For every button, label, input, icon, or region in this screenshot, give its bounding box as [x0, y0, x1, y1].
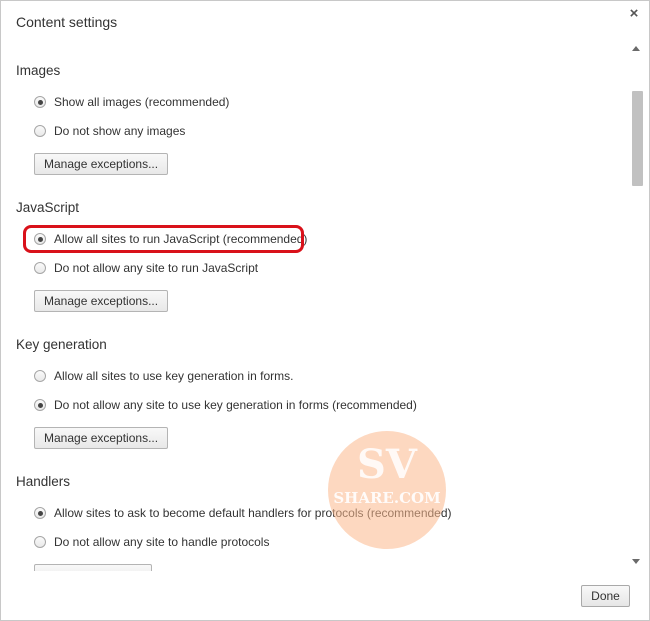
radio-button[interactable] — [34, 96, 46, 108]
keygen-manage-exceptions-button[interactable]: Manage exceptions... — [34, 427, 169, 449]
highlight-annotation — [23, 225, 304, 253]
scroll-down-icon[interactable] — [632, 559, 640, 564]
radio-do-not-show-images[interactable]: Do not show any images — [34, 122, 185, 140]
radio-button[interactable] — [34, 507, 46, 519]
radio-button[interactable] — [34, 125, 46, 137]
radio-button[interactable] — [34, 262, 46, 274]
handlers-manage-button-partial[interactable] — [34, 564, 152, 571]
section-title-handlers: Handlers — [16, 474, 71, 489]
radio-button[interactable] — [34, 399, 46, 411]
javascript-manage-exceptions-button[interactable]: Manage exceptions... — [34, 290, 169, 312]
content-settings-dialog: Content settings × Images Show all image… — [0, 0, 650, 621]
section-title-key-generation: Key generation — [16, 337, 107, 352]
radio-label: Show all images (recommended) — [54, 95, 230, 109]
radio-label: Do not allow any site to use key generat… — [54, 398, 417, 412]
radio-label: Allow sites to ask to become default han… — [54, 506, 452, 520]
section-title-javascript: JavaScript — [16, 200, 80, 215]
scroll-thumb[interactable] — [632, 91, 643, 186]
radio-block-javascript[interactable]: Do not allow any site to run JavaScript — [34, 259, 258, 277]
images-manage-exceptions-button[interactable]: Manage exceptions... — [34, 153, 169, 175]
radio-label: Do not allow any site to run JavaScript — [54, 261, 259, 275]
dialog-title: Content settings — [16, 14, 118, 30]
radio-label: Do not show any images — [54, 124, 186, 138]
radio-button[interactable] — [34, 370, 46, 382]
radio-block-handlers[interactable]: Do not allow any site to handle protocol… — [34, 533, 269, 551]
section-title-images: Images — [16, 63, 61, 78]
radio-button[interactable] — [34, 536, 46, 548]
scrollbar[interactable] — [629, 41, 644, 571]
radio-label: Allow all sites to use key generation in… — [54, 369, 294, 383]
done-button[interactable]: Done — [581, 585, 630, 607]
scroll-up-icon[interactable] — [632, 46, 640, 51]
radio-label: Do not allow any site to handle protocol… — [54, 535, 270, 549]
close-icon[interactable]: × — [625, 5, 643, 23]
settings-scroll-area: Images Show all images (recommended) Do … — [1, 41, 629, 571]
radio-allow-handlers[interactable]: Allow sites to ask to become default han… — [34, 504, 452, 522]
radio-block-keygen[interactable]: Do not allow any site to use key generat… — [34, 396, 417, 414]
radio-allow-keygen[interactable]: Allow all sites to use key generation in… — [34, 367, 293, 385]
radio-show-all-images[interactable]: Show all images (recommended) — [34, 93, 229, 111]
